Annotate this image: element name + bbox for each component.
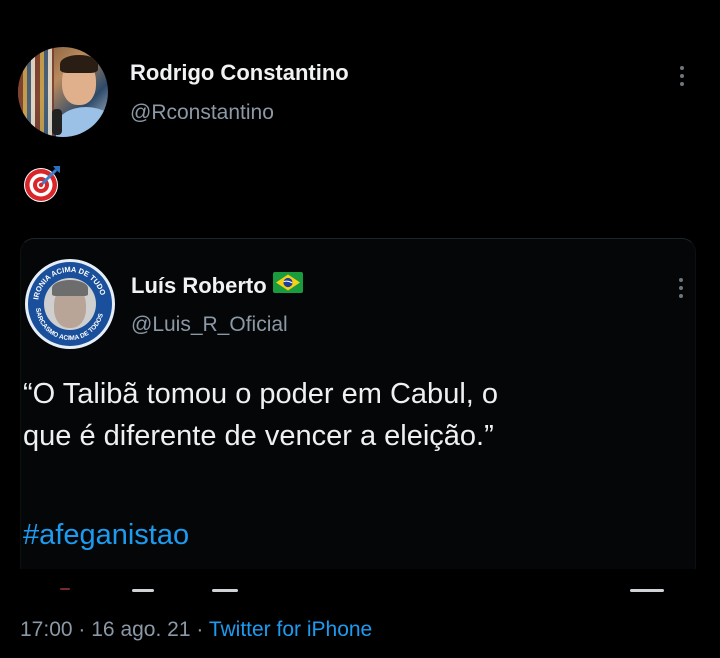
quoted-author-avatar[interactable]: IRONIA ACIMA DE TUDO SARCASMO ACIMA DE T… xyxy=(25,259,115,349)
tweet-date[interactable]: 16 ago. 21 xyxy=(91,618,190,641)
action-bar-fragment-3 xyxy=(212,589,238,592)
meta-separator: · xyxy=(78,618,86,641)
action-bar-fragment-1 xyxy=(60,588,70,590)
brazil-flag-icon xyxy=(272,271,303,299)
author-avatar[interactable] xyxy=(18,47,108,137)
avatar-shirt xyxy=(56,107,108,137)
author-handle[interactable]: @Rconstantino xyxy=(130,101,274,125)
quoted-more-options-icon[interactable] xyxy=(671,275,691,301)
quoted-author-name-row[interactable]: Luís Roberto xyxy=(131,271,303,301)
quoted-tweet[interactable]: IRONIA ACIMA DE TUDO SARCASMO ACIMA DE T… xyxy=(20,238,696,569)
vertical-dots-icon xyxy=(679,278,683,298)
direct-hit-target-icon xyxy=(22,162,64,204)
avatar-background xyxy=(18,47,54,137)
tweet: Rodrigo Constantino @Rconstantino IRONIA… xyxy=(0,0,720,658)
vertical-dots-icon xyxy=(680,66,684,86)
author-name[interactable]: Rodrigo Constantino xyxy=(130,60,349,86)
action-bar-fragment-4 xyxy=(630,589,664,592)
action-bar-fragment-2 xyxy=(132,589,154,592)
meta-separator: · xyxy=(196,618,204,641)
quoted-author-handle[interactable]: @Luis_R_Oficial xyxy=(131,313,288,337)
more-options-icon[interactable] xyxy=(672,63,692,89)
hashtag-link[interactable]: #afeganistao xyxy=(23,519,189,552)
tweet-source-link[interactable]: Twitter for iPhone xyxy=(209,618,372,641)
quoted-text-line-2: que é diferente de vencer a eleição.” xyxy=(23,420,494,452)
quoted-author-name[interactable]: Luís Roberto xyxy=(131,273,267,298)
avatar-photo xyxy=(44,278,96,330)
quoted-text-line-1: “O Talibã tomou o poder em Cabul, o xyxy=(23,378,499,410)
avatar-microphone xyxy=(52,109,62,135)
quoted-tweet-text: “O Talibã tomou o poder em Cabul, o que … xyxy=(23,373,683,457)
tweet-time[interactable]: 17:00 xyxy=(20,618,73,641)
avatar-hair xyxy=(52,280,88,296)
avatar-hair xyxy=(60,55,98,73)
tweet-metadata: 17:00 · 16 ago. 21 · Twitter for iPhone xyxy=(20,618,372,642)
